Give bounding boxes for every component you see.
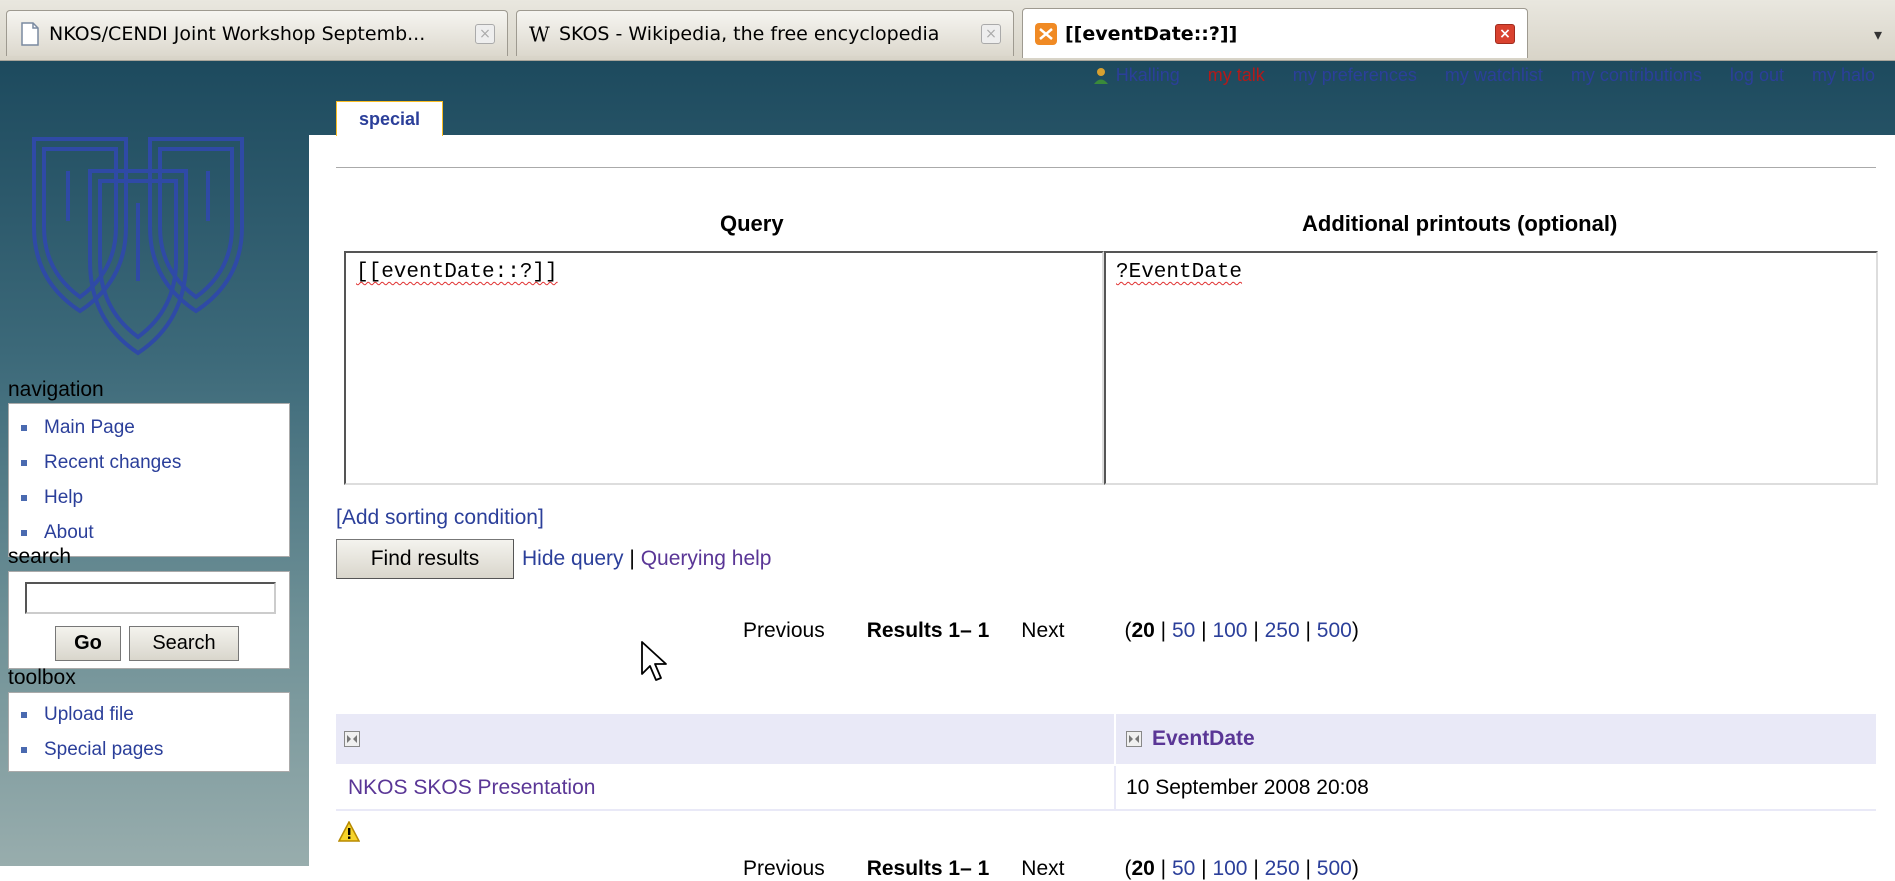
about-link[interactable]: About <box>44 522 94 543</box>
limit-100-link[interactable]: 100 <box>1212 619 1247 642</box>
my-watchlist-link[interactable]: my watchlist <box>1445 65 1543 86</box>
tab-close-icon[interactable]: × <box>1495 23 1515 44</box>
result-page-link[interactable]: NKOS SKOS Presentation <box>348 776 595 800</box>
limit-current: 20 <box>1131 619 1155 642</box>
limit-50-link[interactable]: 50 <box>1172 857 1195 880</box>
browser-tab-bar: NKOS/CENDI Joint Workshop Septemb... × W… <box>0 0 1895 61</box>
next-label: Next <box>1021 619 1065 642</box>
results-nav-top: Previous Results 1– 1 Next (20 | 50 | 10… <box>743 619 1359 643</box>
printouts-textarea[interactable]: ?EventDate <box>1104 251 1878 485</box>
toolbox-item-upload-file: Upload file <box>9 697 289 732</box>
limit-options: (20 | 50 | 100 | 250 | 500) <box>1124 857 1359 880</box>
nav-item-recent-changes: Recent changes <box>9 445 289 480</box>
query-links: Hide query | Querying help <box>522 547 771 571</box>
special-pages-link[interactable]: Special pages <box>44 739 163 760</box>
query-heading: Query <box>720 211 784 236</box>
main-page-link[interactable]: Main Page <box>44 417 135 438</box>
my-halo-link[interactable]: my halo <box>1812 65 1875 86</box>
tab-title: [[eventDate::?]] <box>1065 22 1238 45</box>
previous-label: Previous <box>743 619 825 642</box>
tab-close-icon[interactable]: × <box>981 23 1001 44</box>
printouts-heading: Additional printouts (optional) <box>1302 211 1618 236</box>
divider <box>336 167 1876 168</box>
user-icon <box>1093 67 1108 84</box>
limit-250-link[interactable]: 250 <box>1265 857 1300 880</box>
nav-item-main-page: Main Page <box>9 410 289 445</box>
tab-close-icon[interactable]: × <box>475 23 495 44</box>
browser-tab-nkos[interactable]: NKOS/CENDI Joint Workshop Septemb... × <box>6 10 508 56</box>
toolbox-item-special-pages: Special pages <box>9 732 289 767</box>
nav-item-help: Help <box>9 480 289 515</box>
table-row: NKOS SKOS Presentation 10 September 2008… <box>336 766 1876 811</box>
warning-icon[interactable] <box>338 821 360 843</box>
my-contributions-link[interactable]: my contributions <box>1571 65 1702 86</box>
table-header: EventDate <box>336 714 1876 764</box>
my-preferences-link[interactable]: my preferences <box>1293 65 1417 86</box>
find-results-button[interactable]: Find results <box>336 539 514 579</box>
limit-options: (20 | 50 | 100 | 250 | 500) <box>1124 619 1359 642</box>
browser-tab-eventdate[interactable]: [[eventDate::?]] × <box>1022 8 1528 58</box>
search-button[interactable]: Search <box>129 626 239 661</box>
add-sorting-link[interactable]: [Add sorting condition] <box>336 506 544 529</box>
printouts-text: ?EventDate <box>1116 261 1243 284</box>
search-input[interactable] <box>25 582 276 614</box>
wiki-logo[interactable] <box>28 131 248 371</box>
tab-title: NKOS/CENDI Joint Workshop Septemb... <box>49 22 426 45</box>
mouse-cursor-icon <box>641 641 667 681</box>
hide-query-link[interactable]: Hide query <box>522 547 624 570</box>
query-text: [[eventDate::?]] <box>356 261 558 284</box>
limit-50-link[interactable]: 50 <box>1172 619 1195 642</box>
search-title: search <box>8 545 72 568</box>
add-sorting-row: [Add sorting condition] <box>336 506 544 530</box>
row-cell-eventdate: 10 September 2008 20:08 <box>1114 766 1876 809</box>
wikipedia-icon: W <box>529 22 550 46</box>
tab-list-chevron-icon[interactable]: ▾ <box>1861 10 1895 58</box>
sort-icon[interactable] <box>1126 731 1142 747</box>
recent-changes-link[interactable]: Recent changes <box>44 452 181 473</box>
page-icon <box>21 21 39 46</box>
tab-special[interactable]: special <box>336 101 444 136</box>
tab-title: SKOS - Wikipedia, the free encyclopedia <box>559 22 940 45</box>
querying-help-link[interactable]: Querying help <box>641 547 772 570</box>
navigation-portlet: Main Page Recent changes Help About <box>8 403 290 557</box>
wiki-page: Hkalling my talk my preferences my watch… <box>0 61 1895 880</box>
previous-label: Previous <box>743 857 825 880</box>
personal-tools: Hkalling my talk my preferences my watch… <box>1092 65 1875 86</box>
user-page-link[interactable]: Hkalling <box>1116 65 1180 86</box>
query-textarea[interactable]: [[eventDate::?]] <box>344 251 1104 485</box>
header-cell-eventdate[interactable]: EventDate <box>1114 714 1876 764</box>
log-out-link[interactable]: log out <box>1730 65 1784 86</box>
row-cell-page: NKOS SKOS Presentation <box>348 766 1114 809</box>
results-count: Results 1– 1 <box>866 857 990 880</box>
navigation-title: navigation <box>8 378 104 401</box>
limit-500-link[interactable]: 500 <box>1317 857 1352 880</box>
go-button[interactable]: Go <box>55 626 121 661</box>
eventdate-column-link[interactable]: EventDate <box>1152 727 1255 751</box>
limit-250-link[interactable]: 250 <box>1265 619 1300 642</box>
next-label: Next <box>1021 857 1065 880</box>
my-talk-link[interactable]: my talk <box>1208 65 1265 86</box>
limit-500-link[interactable]: 500 <box>1317 619 1352 642</box>
limit-100-link[interactable]: 100 <box>1212 857 1247 880</box>
toolbox-portlet: Upload file Special pages <box>8 692 290 772</box>
results-count: Results 1– 1 <box>866 619 990 642</box>
limit-current: 20 <box>1131 857 1155 880</box>
search-portlet: Go Search <box>8 571 290 669</box>
svg-text:W: W <box>529 22 550 46</box>
separator: | <box>629 547 635 570</box>
toolbox-title: toolbox <box>8 666 76 689</box>
upload-file-link[interactable]: Upload file <box>44 704 134 725</box>
browser-tab-skos[interactable]: W SKOS - Wikipedia, the free encyclopedi… <box>516 10 1014 56</box>
help-link[interactable]: Help <box>44 487 83 508</box>
results-nav-bottom: Previous Results 1– 1 Next (20 | 50 | 10… <box>743 857 1359 881</box>
xampp-icon <box>1035 22 1057 45</box>
header-cell-page[interactable] <box>344 714 1114 764</box>
sort-icon[interactable] <box>344 731 360 747</box>
